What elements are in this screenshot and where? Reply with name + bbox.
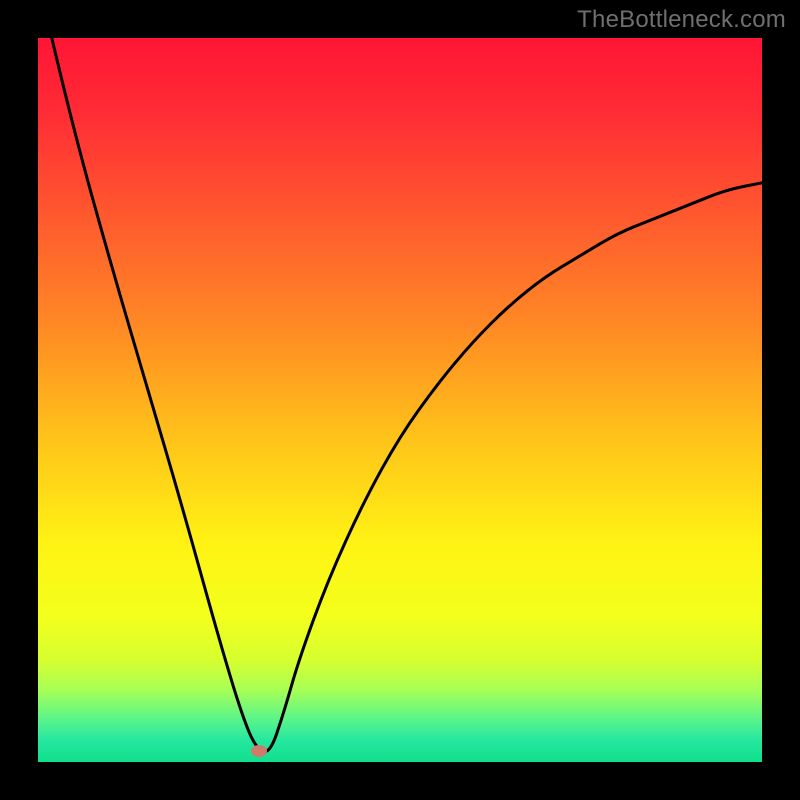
- curve-svg: [38, 38, 762, 762]
- bottleneck-curve: [38, 38, 762, 752]
- plot-area: [38, 38, 762, 762]
- chart-frame: TheBottleneck.com: [0, 0, 800, 800]
- watermark-text: TheBottleneck.com: [577, 6, 786, 34]
- minimum-marker: [251, 745, 267, 757]
